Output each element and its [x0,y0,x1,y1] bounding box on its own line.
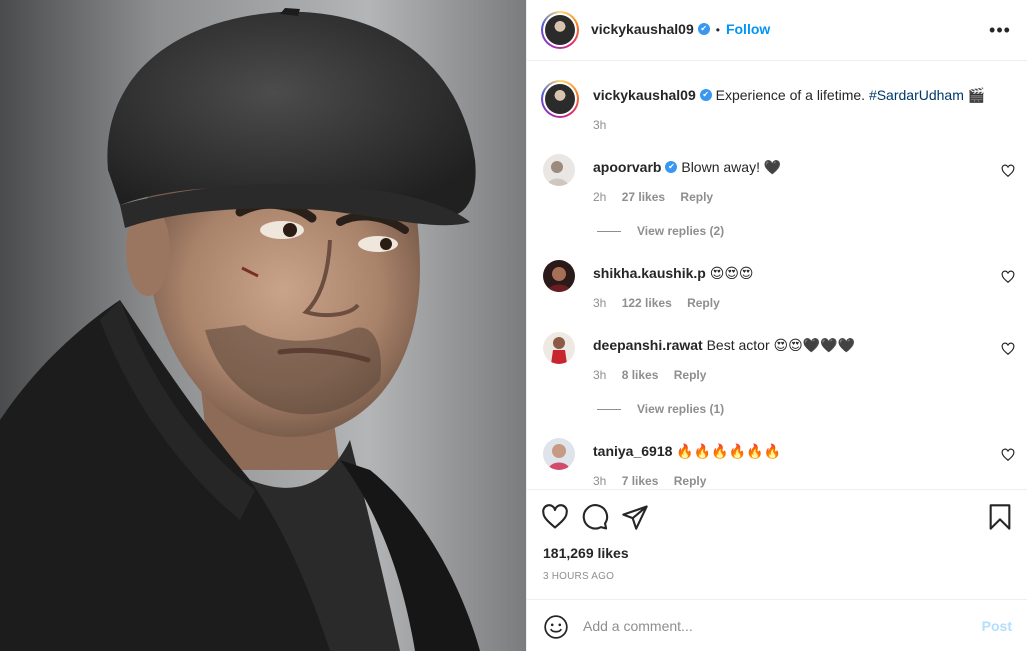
caption-hashtag[interactable]: #SardarUdham [869,87,964,103]
caption-avatar[interactable] [541,80,579,118]
commenter-avatar[interactable] [543,154,575,186]
comment-likes[interactable]: 7 likes [622,474,659,488]
post-actions: 181,269 likes 3 HOURS AGO [527,489,1027,599]
follow-button[interactable]: Follow [726,21,770,37]
bookmark-icon[interactable] [986,503,1014,531]
comment-body: shikha.kaushik.p 😍😍😍 [593,264,1003,282]
comment-like-heart-icon[interactable] [1001,164,1015,178]
commenter-username[interactable]: apoorvarb [593,159,661,175]
comment-meta: 3h 7 likes Reply [593,474,718,488]
comment-body: deepanshi.rawat Best actor 😍😍🖤🖤🖤 [593,336,1003,354]
comment-body: apoorvarb ✔ Blown away! 🖤 [593,158,1003,176]
comment-meta: 2h 27 likes Reply [593,190,725,204]
emoji-icon[interactable] [543,614,569,640]
header-user-line: vickykaushal09 ✔ • Follow [591,21,770,37]
more-options-icon[interactable]: ••• [988,18,1012,42]
comment-likes[interactable]: 8 likes [622,368,659,382]
heart-icon[interactable] [541,503,569,531]
comment-meta: 3h 122 likes Reply [593,296,732,310]
view-replies-button[interactable]: View replies (2) [597,224,724,238]
comment-time[interactable]: 2h [593,190,606,204]
post-timestamp[interactable]: 3 HOURS AGO [543,571,614,582]
caption-username[interactable]: vickykaushal09 [593,87,696,103]
replies-divider [597,231,621,233]
view-replies-label: View replies (2) [637,224,725,238]
comment-text: 🔥🔥🔥🔥🔥🔥 [676,443,781,459]
reply-button[interactable]: Reply [674,474,707,488]
comment-like-heart-icon[interactable] [1001,342,1015,356]
comment-item: taniya_6918 🔥🔥🔥🔥🔥🔥 3h 7 likes Reply [541,438,1021,488]
post-photo-illustration [0,0,526,651]
author-username[interactable]: vickykaushal09 [591,21,694,37]
comment-input[interactable] [583,615,963,637]
reply-button[interactable]: Reply [687,296,720,310]
separator-dot: • [715,23,720,37]
verified-badge-icon: ✔ [665,161,678,174]
comment-icon[interactable] [581,503,609,531]
share-icon[interactable] [621,503,649,531]
author-avatar[interactable] [541,11,579,49]
commenter-username[interactable]: shikha.kaushik.p [593,265,706,281]
likes-count[interactable]: 181,269 likes [543,545,629,561]
reply-button[interactable]: Reply [680,190,713,204]
comment-item: deepanshi.rawat Best actor 😍😍🖤🖤🖤 3h 8 li… [541,332,1021,392]
commenter-avatar[interactable] [543,438,575,470]
comment-time[interactable]: 3h [593,296,606,310]
reply-button[interactable]: Reply [674,368,707,382]
comments-list[interactable]: vickykaushal09 ✔ Experience of a lifetime… [527,62,1027,488]
comment-likes[interactable]: 122 likes [622,296,672,310]
caption-emoji: 🎬 [967,87,986,103]
view-replies-button[interactable]: View replies (1) [597,402,724,416]
add-comment-bar: Post [527,599,1027,651]
comment-time[interactable]: 3h [593,474,606,488]
comment-like-heart-icon[interactable] [1001,448,1015,462]
comment-likes[interactable]: 27 likes [622,190,665,204]
comment-meta: 3h 8 likes Reply [593,368,718,382]
comment-time[interactable]: 3h [593,368,606,382]
caption-text: Experience of a lifetime. [715,87,869,103]
commenter-avatar[interactable] [543,332,575,364]
verified-badge-icon: ✔ [697,23,710,36]
comment-body: taniya_6918 🔥🔥🔥🔥🔥🔥 [593,442,1003,460]
comment-like-heart-icon[interactable] [1001,270,1015,284]
caption-meta: 3h [593,118,618,132]
comment-text: 😍😍😍 [709,265,754,281]
comment-text: Best actor 😍😍🖤🖤🖤 [706,337,855,353]
commenter-avatar[interactable] [543,260,575,292]
caption-body: vickykaushal09 ✔ Experience of a lifetime… [593,86,1003,104]
post-detail-panel: vickykaushal09 ✔ • Follow ••• vickykaushal0… [526,0,1027,651]
post-comment-button[interactable]: Post [982,618,1012,634]
commenter-username[interactable]: taniya_6918 [593,443,672,459]
replies-divider [597,409,621,411]
post-header: vickykaushal09 ✔ • Follow ••• [527,0,1027,61]
post-photo[interactable] [0,0,526,651]
verified-badge-icon: ✔ [699,89,712,102]
comment-item: apoorvarb ✔ Blown away! 🖤 2h 27 likes Rep… [541,154,1021,214]
comment-item: shikha.kaushik.p 😍😍😍 3h 122 likes Reply [541,260,1021,320]
view-replies-label: View replies (1) [637,402,725,416]
commenter-username[interactable]: deepanshi.rawat [593,337,703,353]
comment-text: Blown away! 🖤 [681,159,782,175]
caption-time[interactable]: 3h [593,118,606,132]
